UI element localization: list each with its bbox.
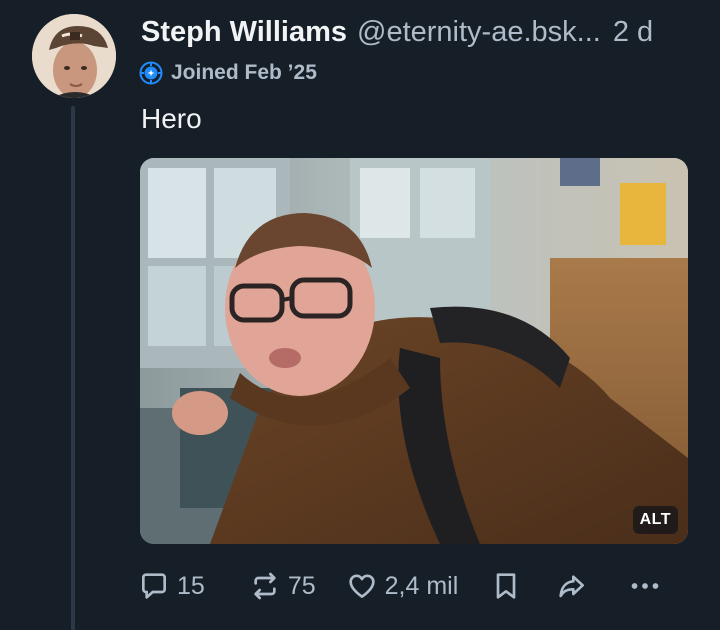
author-display-name[interactable]: Steph Williams	[141, 14, 347, 50]
post-header: Steph Williams @eternity-ae.bsk... 2 d	[141, 14, 701, 50]
more-options-button[interactable]	[628, 570, 662, 602]
reply-count: 15	[177, 571, 205, 600]
photo-illustration	[140, 158, 688, 544]
repost-icon	[254, 572, 276, 600]
repost-button[interactable]: 75	[249, 570, 316, 602]
share-icon	[559, 575, 585, 598]
share-button[interactable]	[556, 570, 588, 602]
joined-date: Joined Feb ’25	[171, 61, 317, 84]
post-timestamp[interactable]: 2 d	[613, 14, 653, 50]
heart-icon	[348, 574, 375, 598]
reply-button[interactable]: 15	[138, 570, 205, 602]
author-avatar[interactable]	[32, 14, 116, 98]
like-count: 2,4 mil	[384, 571, 459, 600]
bookmark-button[interactable]	[490, 570, 522, 602]
alt-text-button[interactable]: ALT	[632, 506, 678, 534]
reply-icon	[142, 573, 166, 599]
ellipsis-icon	[631, 583, 659, 589]
post: Steph Williams @eternity-ae.bsk... 2 d J…	[0, 0, 720, 630]
like-button[interactable]: 2,4 mil	[346, 570, 459, 602]
post-text: Hero	[141, 103, 202, 134]
avatar-image	[32, 14, 116, 98]
joined-info: Joined Feb ’25	[139, 61, 317, 85]
thread-line	[71, 106, 75, 630]
repost-count: 75	[287, 571, 316, 600]
author-handle[interactable]: @eternity-ae.bsk...	[357, 14, 601, 50]
new-account-icon	[139, 61, 163, 85]
action-bar: 15 75 2,4 mil	[138, 566, 683, 606]
post-image[interactable]: ALT	[140, 158, 688, 544]
bookmark-icon	[496, 573, 516, 599]
